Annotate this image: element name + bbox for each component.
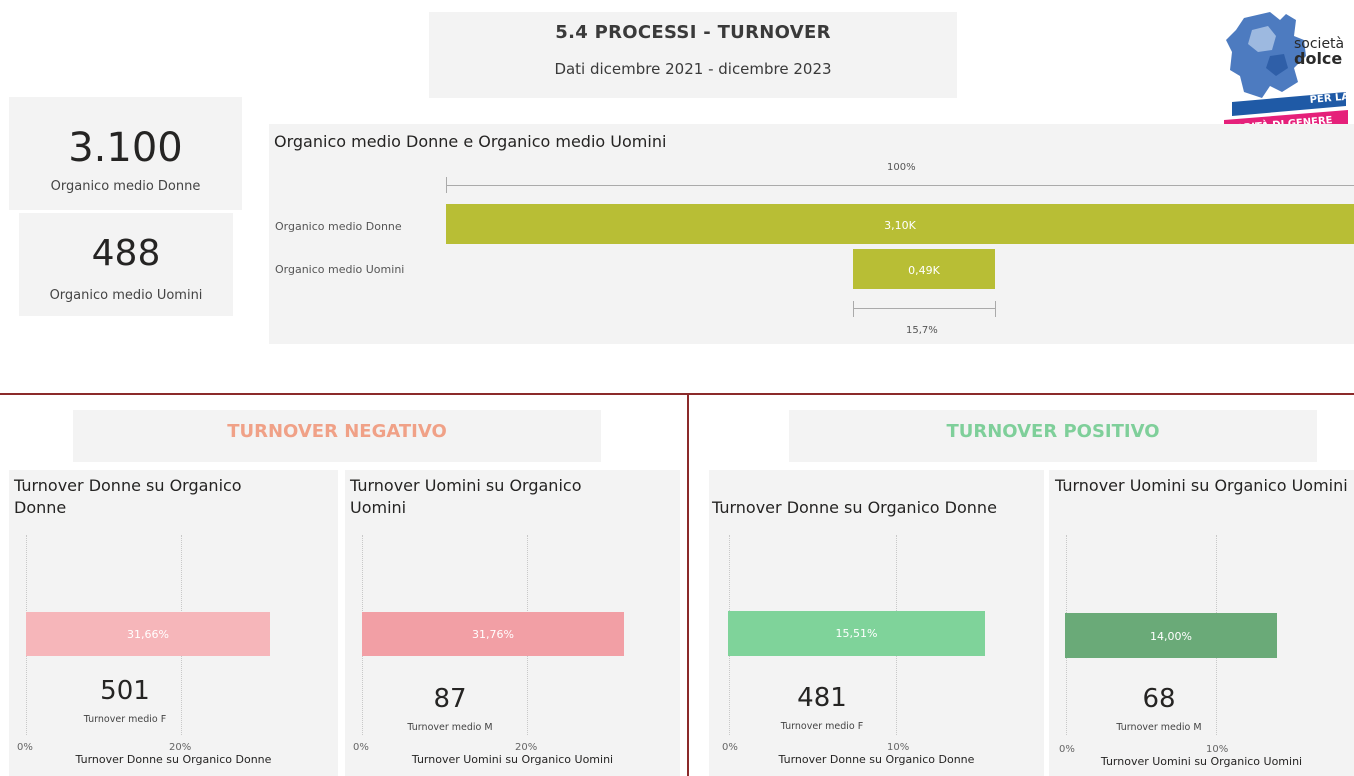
tick-label: 10% [1206,744,1229,755]
bottom-reference-tick [995,301,997,317]
page-title: 5.4 PROCESSI - TURNOVER [555,22,831,43]
turnover-panel-donne-negativo: Turnover Donne su Organico Donne 31,66% … [9,470,338,776]
turnover-panel-uomini-positivo: Turnover Uomini su Organico Uomini 14,00… [1049,470,1354,776]
axis-title: Turnover Donne su Organico Donne [75,753,272,766]
kpi-card-organico-donne: 3.100 Organico medio Donne [9,97,242,210]
turnover-panel-uomini-negativo: Turnover Uomini su Organico Uomini 31,76… [345,470,680,776]
panel-title: Turnover Donne su Organico Donne [14,476,242,517]
tick-label: 20% [515,742,538,753]
tick-label: 20% [169,742,192,753]
page-subtitle: Dati dicembre 2021 - dicembre 2023 [554,60,832,78]
page-title-box: 5.4 PROCESSI - TURNOVER Dati dicembre 20… [429,12,957,98]
kpi-label: Organico medio Donne [50,179,201,194]
societa-dolce-logo: società dolce PER LA PARITÀ DI GENERE [1222,6,1350,135]
tick-label: 0% [722,742,738,753]
turnover-count: 481 [797,683,847,713]
turnover-count: 87 [433,684,467,714]
turnover-count: 68 [1142,684,1176,714]
section-divider-horizontal [0,393,1354,395]
turnover-count-label: Turnover medio M [1116,722,1202,733]
chart-title: Organico medio Donne e Organico medio Uo… [274,132,667,151]
axis-title: Turnover Uomini su Organico Uomini [1100,755,1303,768]
category-label: Organico medio Uomini [275,263,405,276]
axis-title: Turnover Donne su Organico Donne [778,753,975,766]
panel-title: Turnover Uomini su Organico Uomini [350,476,582,517]
turnover-negativo-heading: TURNOVER NEGATIVO [73,410,601,462]
organico-chart: Organico medio Donne e Organico medio Uo… [269,124,1354,344]
panel-title: Turnover Uomini su Organico Uomini [1055,476,1348,495]
svg-text:dolce: dolce [1294,49,1342,68]
section-divider-vertical [687,393,689,776]
kpi-value: 3.100 [68,125,183,171]
tick-label: 0% [1059,744,1075,755]
axis-title: Turnover Uomini su Organico Uomini [411,753,614,766]
kpi-label: Organico medio Uomini [49,288,203,303]
bottom-reference-tick [852,301,854,317]
top-reference-tick [446,177,447,193]
tick-label: 0% [353,742,369,753]
turnover-count-label: Turnover medio F [83,714,167,725]
data-label: 31,76% [472,628,514,641]
data-label: 15,51% [835,627,878,640]
data-label: 3,10K [884,219,916,232]
category-label: Organico medio Donne [275,220,402,233]
data-label: 31,66% [127,628,169,641]
kpi-value: 488 [91,233,161,274]
bottom-reference-line [852,308,996,309]
tick-label: 10% [887,742,910,753]
data-label: 14,00% [1150,630,1192,643]
top-reference-line [446,185,1354,186]
bottom-percentage-label: 15,7% [906,325,938,336]
kpi-card-organico-uomini: 488 Organico medio Uomini [19,213,233,316]
turnover-count-label: Turnover medio M [407,722,493,733]
turnover-panel-donne-positivo: Turnover Donne su Organico Donne 15,51% … [709,470,1044,776]
top-percentage-label: 100% [887,162,916,173]
logo-text-dolce: dolce [1294,49,1342,68]
turnover-count: 501 [100,676,150,706]
panel-title: Turnover Donne su Organico Donne [712,498,997,517]
turnover-positivo-heading: TURNOVER POSITIVO [789,410,1317,462]
turnover-count-label: Turnover medio F [780,721,864,732]
data-label: 0,49K [908,264,940,277]
tick-label: 0% [17,742,33,753]
